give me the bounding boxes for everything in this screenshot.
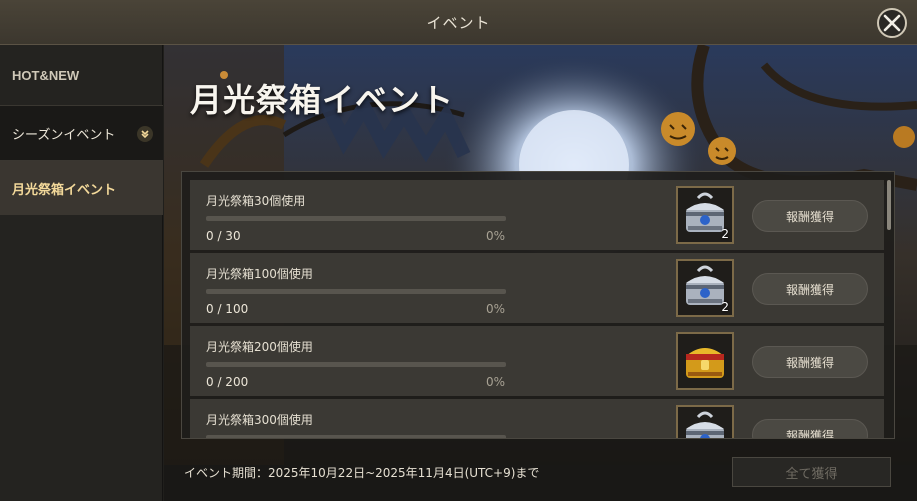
progress-bar [206,435,506,438]
progress-count: 0 / 30 [206,229,241,243]
sidebar-item-moonlight-box-event[interactable]: 月光祭箱イベント [0,161,163,215]
progress-count: 0 / 100 [206,302,249,316]
chevron-down-icon [137,126,153,142]
claim-reward-button[interactable]: 報酬獲得 [752,200,868,232]
reward-item[interactable]: 2 [676,186,734,244]
reward-quantity: 2 [721,300,729,314]
progress-bar [206,362,506,367]
milestone-row: 月光祭箱300個使用 報酬獲得 [190,399,884,438]
event-title: 月光祭箱イベント [190,81,455,119]
claim-reward-button[interactable]: 報酬獲得 [752,419,868,438]
progress-count: 0 / 200 [206,375,249,389]
milestone-row: 月光祭箱100個使用 0 / 100 0% 2 報酬獲得 [190,253,884,323]
progress-percent: 0% [486,302,506,316]
milestone-label: 月光祭箱100個使用 [206,267,313,281]
claim-all-button[interactable]: 全て獲得 [732,457,891,487]
event-window: イベント HOT&NEW シーズンイベント 月光祭箱イベント 月光祭箱イベント … [0,0,917,501]
sidebar-item-season-event[interactable]: シーズンイベント [0,105,163,161]
progress-percent: 0% [486,375,506,389]
progress-percent: 0% [486,229,506,243]
sidebar: HOT&NEW シーズンイベント 月光祭箱イベント [0,45,163,501]
event-content: 月光祭箱イベント 月光祭箱30個使用 0 / 30 0% 2 報酬獲得 月光祭箱100個使… [164,45,917,501]
scrollbar[interactable] [887,180,891,230]
milestone-label: 月光祭箱30個使用 [206,194,306,208]
sidebar-item-label: HOT&NEW [12,67,80,83]
milestone-list[interactable]: 月光祭箱30個使用 0 / 30 0% 2 報酬獲得 月光祭箱100個使用 0 / 100 0… [181,171,895,439]
reward-item[interactable] [676,405,734,438]
sidebar-item-label: シーズンイベント [12,127,116,143]
reward-item[interactable]: 2 [676,259,734,317]
close-icon [883,14,901,32]
close-button[interactable] [877,8,907,38]
event-period: イベント期間：2025年10月22日~2025年11月4日(UTC+9)まで [184,466,540,480]
sidebar-item-hot-new[interactable]: HOT&NEW [0,45,163,105]
claim-reward-button[interactable]: 報酬獲得 [752,346,868,378]
reward-item[interactable] [676,332,734,390]
milestone-label: 月光祭箱200個使用 [206,340,313,354]
title-bar: イベント [0,0,917,45]
window-title: イベント [426,13,491,32]
milestone-row: 月光祭箱30個使用 0 / 30 0% 2 報酬獲得 [190,180,884,250]
progress-bar [206,289,506,294]
reward-quantity: 2 [721,227,729,241]
gold-chest-icon [678,348,732,392]
progress-bar [206,216,506,221]
sidebar-item-label: 月光祭箱イベント [12,182,117,198]
milestone-label: 月光祭箱300個使用 [206,413,313,427]
milestone-row: 月光祭箱200個使用 0 / 200 0% 報酬獲得 [190,326,884,396]
claim-reward-button[interactable]: 報酬獲得 [752,273,868,305]
